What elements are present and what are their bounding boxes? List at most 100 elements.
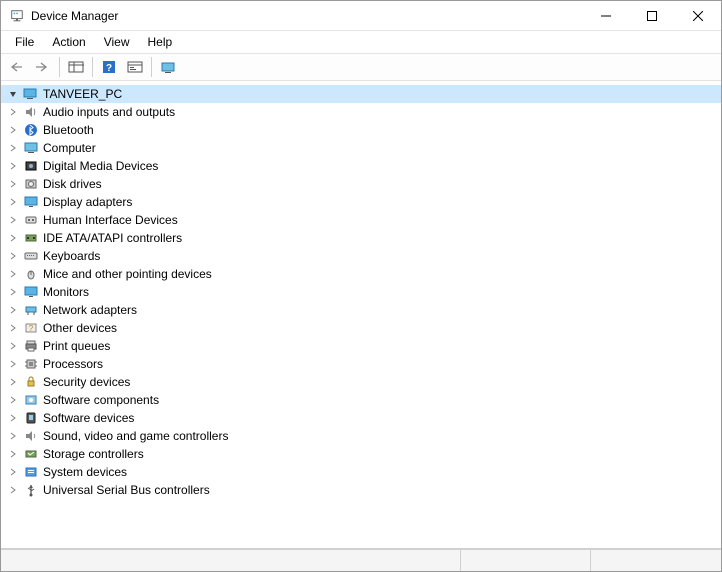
device-category-label: Software components	[43, 393, 159, 407]
device-category-node[interactable]: Security devices	[1, 373, 721, 391]
menu-file[interactable]: File	[7, 33, 42, 51]
expander-closed-icon[interactable]	[7, 358, 19, 370]
device-category-node[interactable]: ? Other devices	[1, 319, 721, 337]
forward-button[interactable]	[31, 56, 55, 78]
device-category-label: Human Interface Devices	[43, 213, 178, 227]
device-category-node[interactable]: Monitors	[1, 283, 721, 301]
device-category-node[interactable]: Print queues	[1, 337, 721, 355]
processor-icon	[23, 356, 39, 372]
expander-closed-icon[interactable]	[7, 106, 19, 118]
device-tree[interactable]: TANVEER_PC Audio inputs and outputs Bluet…	[1, 81, 721, 549]
device-category-label: Computer	[43, 141, 96, 155]
root-label: TANVEER_PC	[43, 87, 122, 101]
status-panel-left	[1, 550, 461, 571]
device-category-node[interactable]: Mice and other pointing devices	[1, 265, 721, 283]
menu-action[interactable]: Action	[44, 33, 93, 51]
minimize-button[interactable]	[583, 1, 629, 31]
software-comp-icon	[23, 392, 39, 408]
titlebar: Device Manager	[1, 1, 721, 31]
device-category-node[interactable]: Sound, video and game controllers	[1, 427, 721, 445]
help-button[interactable]: ?	[97, 56, 121, 78]
printer-icon	[23, 338, 39, 354]
window-title: Device Manager	[31, 9, 583, 23]
expander-closed-icon[interactable]	[7, 124, 19, 136]
device-category-node[interactable]: Human Interface Devices	[1, 211, 721, 229]
device-category-label: Display adapters	[43, 195, 132, 209]
device-category-node[interactable]: IDE ATA/ATAPI controllers	[1, 229, 721, 247]
device-category-label: Digital Media Devices	[43, 159, 158, 173]
expander-closed-icon[interactable]	[7, 286, 19, 298]
menu-help[interactable]: Help	[140, 33, 181, 51]
expander-closed-icon[interactable]	[7, 466, 19, 478]
device-category-node[interactable]: Processors	[1, 355, 721, 373]
expander-closed-icon[interactable]	[7, 448, 19, 460]
menu-view[interactable]: View	[96, 33, 138, 51]
device-category-label: Keyboards	[43, 249, 100, 263]
device-category-label: Storage controllers	[43, 447, 144, 461]
network-icon	[23, 302, 39, 318]
expander-closed-icon[interactable]	[7, 412, 19, 424]
computer-icon	[23, 140, 39, 156]
display-icon	[23, 194, 39, 210]
disk-icon	[23, 176, 39, 192]
back-button[interactable]	[5, 56, 29, 78]
device-category-label: IDE ATA/ATAPI controllers	[43, 231, 182, 245]
maximize-button[interactable]	[629, 1, 675, 31]
close-button[interactable]	[675, 1, 721, 31]
device-category-label: Network adapters	[43, 303, 137, 317]
expander-closed-icon[interactable]	[7, 322, 19, 334]
other-icon: ?	[23, 320, 39, 336]
device-category-node[interactable]: Software devices	[1, 409, 721, 427]
menubar: File Action View Help	[1, 31, 721, 53]
expander-closed-icon[interactable]	[7, 484, 19, 496]
device-category-node[interactable]: Audio inputs and outputs	[1, 103, 721, 121]
device-category-node[interactable]: Network adapters	[1, 301, 721, 319]
expander-closed-icon[interactable]	[7, 232, 19, 244]
statusbar	[1, 549, 721, 571]
toolbar: ?	[1, 53, 721, 81]
device-category-node[interactable]: Universal Serial Bus controllers	[1, 481, 721, 499]
expander-closed-icon[interactable]	[7, 268, 19, 280]
expander-closed-icon[interactable]	[7, 214, 19, 226]
expander-closed-icon[interactable]	[7, 178, 19, 190]
device-category-node[interactable]: Computer	[1, 139, 721, 157]
device-category-label: Print queues	[43, 339, 110, 353]
show-hide-tree-button[interactable]	[64, 56, 88, 78]
expander-closed-icon[interactable]	[7, 376, 19, 388]
expander-closed-icon[interactable]	[7, 304, 19, 316]
expander-closed-icon[interactable]	[7, 142, 19, 154]
device-category-label: Disk drives	[43, 177, 102, 191]
root-node[interactable]: TANVEER_PC	[1, 85, 721, 103]
svg-text:?: ?	[106, 63, 112, 74]
device-category-node[interactable]: System devices	[1, 463, 721, 481]
software-dev-icon	[23, 410, 39, 426]
expander-closed-icon[interactable]	[7, 160, 19, 172]
expander-closed-icon[interactable]	[7, 250, 19, 262]
expander-open-icon[interactable]	[7, 88, 19, 100]
device-category-label: Mice and other pointing devices	[43, 267, 212, 281]
monitor-icon	[23, 284, 39, 300]
device-category-label: Audio inputs and outputs	[43, 105, 175, 119]
keyboard-icon	[23, 248, 39, 264]
expander-closed-icon[interactable]	[7, 340, 19, 352]
sound-icon	[23, 428, 39, 444]
device-category-label: Bluetooth	[43, 123, 94, 137]
device-category-label: Other devices	[43, 321, 117, 335]
device-category-node[interactable]: Display adapters	[1, 193, 721, 211]
toolbar-divider	[92, 57, 93, 77]
expander-closed-icon[interactable]	[7, 196, 19, 208]
ide-icon	[23, 230, 39, 246]
scan-hardware-button[interactable]	[156, 56, 180, 78]
device-category-node[interactable]: Storage controllers	[1, 445, 721, 463]
device-category-node[interactable]: Digital Media Devices	[1, 157, 721, 175]
media-device-icon	[23, 158, 39, 174]
properties-button[interactable]	[123, 56, 147, 78]
security-icon	[23, 374, 39, 390]
expander-closed-icon[interactable]	[7, 394, 19, 406]
device-category-node[interactable]: Keyboards	[1, 247, 721, 265]
expander-closed-icon[interactable]	[7, 430, 19, 442]
device-category-node[interactable]: Software components	[1, 391, 721, 409]
device-category-node[interactable]: Disk drives	[1, 175, 721, 193]
device-category-label: Software devices	[43, 411, 134, 425]
device-category-node[interactable]: Bluetooth	[1, 121, 721, 139]
